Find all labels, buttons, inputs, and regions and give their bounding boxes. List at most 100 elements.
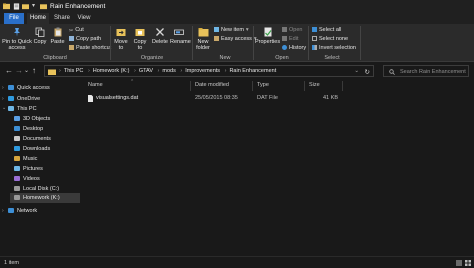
network-icon (8, 207, 14, 213)
new-folder-icon (198, 28, 208, 37)
history-icon (282, 44, 287, 50)
large-icons-view-icon[interactable] (465, 260, 471, 266)
rename-label: Rename (170, 39, 191, 45)
open-button[interactable]: Open (282, 26, 302, 34)
rename-button[interactable]: Rename (170, 27, 191, 45)
chevron-down-icon: ▾ (245, 27, 249, 33)
recent-locations-icon[interactable]: ⌄ (24, 67, 29, 74)
nav-item-network[interactable]: Network (8, 206, 37, 216)
breadcrumb-separator: › (157, 68, 160, 74)
tab-view[interactable]: View (75, 13, 93, 24)
history-button[interactable]: History (282, 44, 306, 52)
invert-selection-button[interactable]: Invert selection (312, 44, 356, 52)
nav-label: Quick access (17, 85, 50, 91)
column-header-name[interactable]: Name (88, 82, 103, 88)
new-folder-button[interactable]: New folder (194, 27, 212, 51)
file-type: DAT File (257, 95, 278, 101)
column-header-date[interactable]: Date modified (195, 82, 229, 88)
select-all-button[interactable]: Select all (312, 26, 341, 34)
open-icon (282, 26, 287, 32)
chevron-right-icon[interactable]: › (2, 208, 4, 214)
search-input[interactable]: Search Rain Enhancement (383, 65, 469, 77)
quick-access-dropdown-icon[interactable]: ▾ (32, 2, 39, 9)
new-item-button[interactable]: New item ▾ (214, 26, 249, 34)
breadcrumb-gtav[interactable]: GTAV (139, 68, 153, 74)
nav-item-documents[interactable]: Documents (14, 134, 51, 144)
breadcrumb-mods[interactable]: mods (162, 68, 175, 74)
easy-access-button[interactable]: Easy access ▾ (214, 35, 257, 43)
history-label: History (289, 45, 307, 51)
move-to-label: Move to (114, 39, 128, 51)
paste-label: Paste (50, 39, 65, 45)
new-folder-quick-icon[interactable] (22, 3, 29, 10)
properties-label: Properties (255, 39, 281, 45)
chevron-right-icon[interactable]: › (2, 96, 4, 102)
pin-to-quick-access-button[interactable]: Pin to Quick access (2, 27, 32, 51)
nav-item-downloads[interactable]: Downloads (14, 144, 50, 154)
nav-item-homework[interactable]: Homework (K:) (10, 193, 80, 203)
up-arrow-icon[interactable]: ↑ (32, 66, 36, 75)
nav-label: Music (23, 156, 38, 162)
back-arrow-icon[interactable]: ← (5, 66, 13, 75)
breadcrumb-rain-enhancement[interactable]: Rain Enhancement (229, 68, 276, 74)
nav-item-this-pc[interactable]: This PC (8, 104, 37, 114)
column-divider[interactable] (342, 81, 343, 91)
cut-button[interactable]: ✂ Cut (69, 26, 84, 34)
select-none-button[interactable]: Select none (312, 35, 348, 43)
breadcrumb-homework[interactable]: Homework (K:) (93, 68, 130, 74)
properties-quick-icon[interactable] (13, 3, 20, 10)
column-header-size[interactable]: Size (309, 82, 320, 88)
breadcrumb-improvements[interactable]: Improvements (185, 68, 220, 74)
select-none-label: Select none (319, 36, 349, 42)
nav-item-music[interactable]: Music (14, 154, 37, 164)
tab-home[interactable]: Home (27, 13, 49, 24)
nav-item-videos[interactable]: Videos (14, 174, 40, 184)
tab-file[interactable]: File (4, 13, 24, 24)
paste-icon (54, 27, 61, 37)
tab-share[interactable]: Share (52, 13, 72, 24)
column-divider[interactable] (190, 81, 191, 91)
delete-button[interactable]: Delete (151, 27, 169, 45)
app-folder-icon (3, 3, 10, 10)
forward-arrow-icon[interactable]: → (15, 66, 23, 75)
column-header-type[interactable]: Type (257, 82, 269, 88)
refresh-icon[interactable]: ↻ (365, 68, 370, 76)
address-dropdown-icon[interactable]: ⌄ (354, 68, 359, 74)
chevron-down-icon[interactable]: ⌄ (2, 105, 6, 111)
breadcrumb-separator: › (180, 68, 183, 74)
nav-item-quick-access[interactable]: Quick access (8, 83, 50, 93)
breadcrumb-separator: › (59, 68, 61, 74)
copy-button[interactable]: Copy (33, 27, 47, 45)
drive-icon (14, 185, 20, 191)
details-view-icon[interactable] (456, 260, 462, 266)
ribbon: Pin to Quick access Copy Paste ✂ Cut Copy… (0, 24, 474, 62)
breadcrumb: › This PC › Homework (K:) › GTAV › mods › Imp… (59, 68, 276, 74)
column-divider[interactable] (304, 81, 305, 91)
address-input[interactable]: › This PC › Homework (K:) › GTAV › mods › Imp… (44, 65, 374, 77)
documents-icon (14, 135, 20, 141)
select-all-icon (312, 26, 317, 32)
properties-button[interactable]: Properties (255, 27, 280, 45)
chevron-right-icon[interactable]: › (2, 85, 4, 91)
new-item-label: New item (221, 27, 244, 33)
table-row[interactable]: visualsettings.dat 25/05/2015 08:35 DAT … (80, 93, 474, 103)
nav-label: Local Disk (C:) (23, 186, 60, 192)
copy-label: Copy (33, 39, 47, 45)
copy-to-button[interactable]: Copy to (132, 27, 148, 51)
scissors-icon: ✂ (69, 27, 74, 34)
edit-icon (282, 35, 287, 41)
file-size: 41 KB (323, 95, 338, 101)
breadcrumb-separator: › (87, 68, 90, 74)
copy-path-button[interactable]: Copy path (69, 35, 101, 43)
paste-button[interactable]: Paste (50, 27, 65, 45)
nav-item-pictures[interactable]: Pictures (14, 164, 43, 174)
move-to-button[interactable]: Move to (113, 27, 129, 51)
nav-item-3d-objects[interactable]: 3D Objects (14, 114, 50, 124)
paste-shortcut-button[interactable]: Paste shortcut (69, 44, 111, 52)
nav-item-onedrive[interactable]: OneDrive (8, 94, 40, 104)
column-divider[interactable] (252, 81, 253, 91)
nav-item-desktop[interactable]: Desktop (14, 124, 43, 134)
breadcrumb-this-pc[interactable]: This PC (64, 68, 84, 74)
open-group-label: Open (275, 55, 289, 61)
edit-button[interactable]: Edit (282, 35, 298, 43)
